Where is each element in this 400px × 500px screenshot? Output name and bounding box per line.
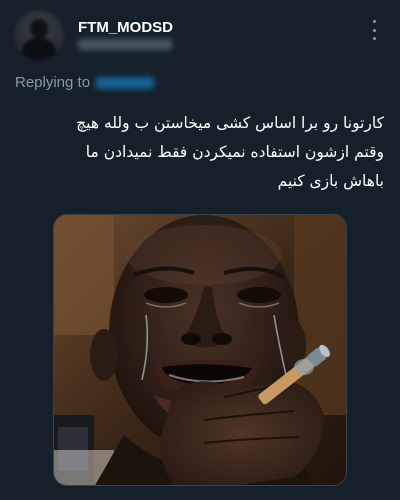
tweet-header: FTM_MODSD bbox=[0, 0, 400, 70]
more-options-icon[interactable] bbox=[368, 18, 380, 42]
tweet-text: کارتونا رو برا اساس کشی میخاستن ب ولله ه… bbox=[14, 109, 384, 196]
replying-to-label: Replying to bbox=[15, 74, 91, 91]
replying-to-line: Replying to bbox=[15, 74, 155, 91]
tweet-text-line: کارتونا رو برا اساس کشی میخاستن ب ولله ه… bbox=[76, 114, 384, 132]
author-display-name[interactable]: FTM_MODSD bbox=[78, 19, 173, 36]
tweet-text-line: وقتم ازشون استفاده نمیکردن فقط نمیدادن م… bbox=[85, 143, 384, 161]
crying-man-photo-illustration bbox=[54, 215, 346, 485]
reply-mention-redacted[interactable] bbox=[96, 76, 155, 89]
tweet-media-photo[interactable] bbox=[53, 214, 347, 486]
author-handle-redacted bbox=[78, 39, 172, 50]
tweet-text-line: باهاش بازی کنیم bbox=[277, 172, 384, 190]
avatar[interactable] bbox=[14, 10, 64, 60]
